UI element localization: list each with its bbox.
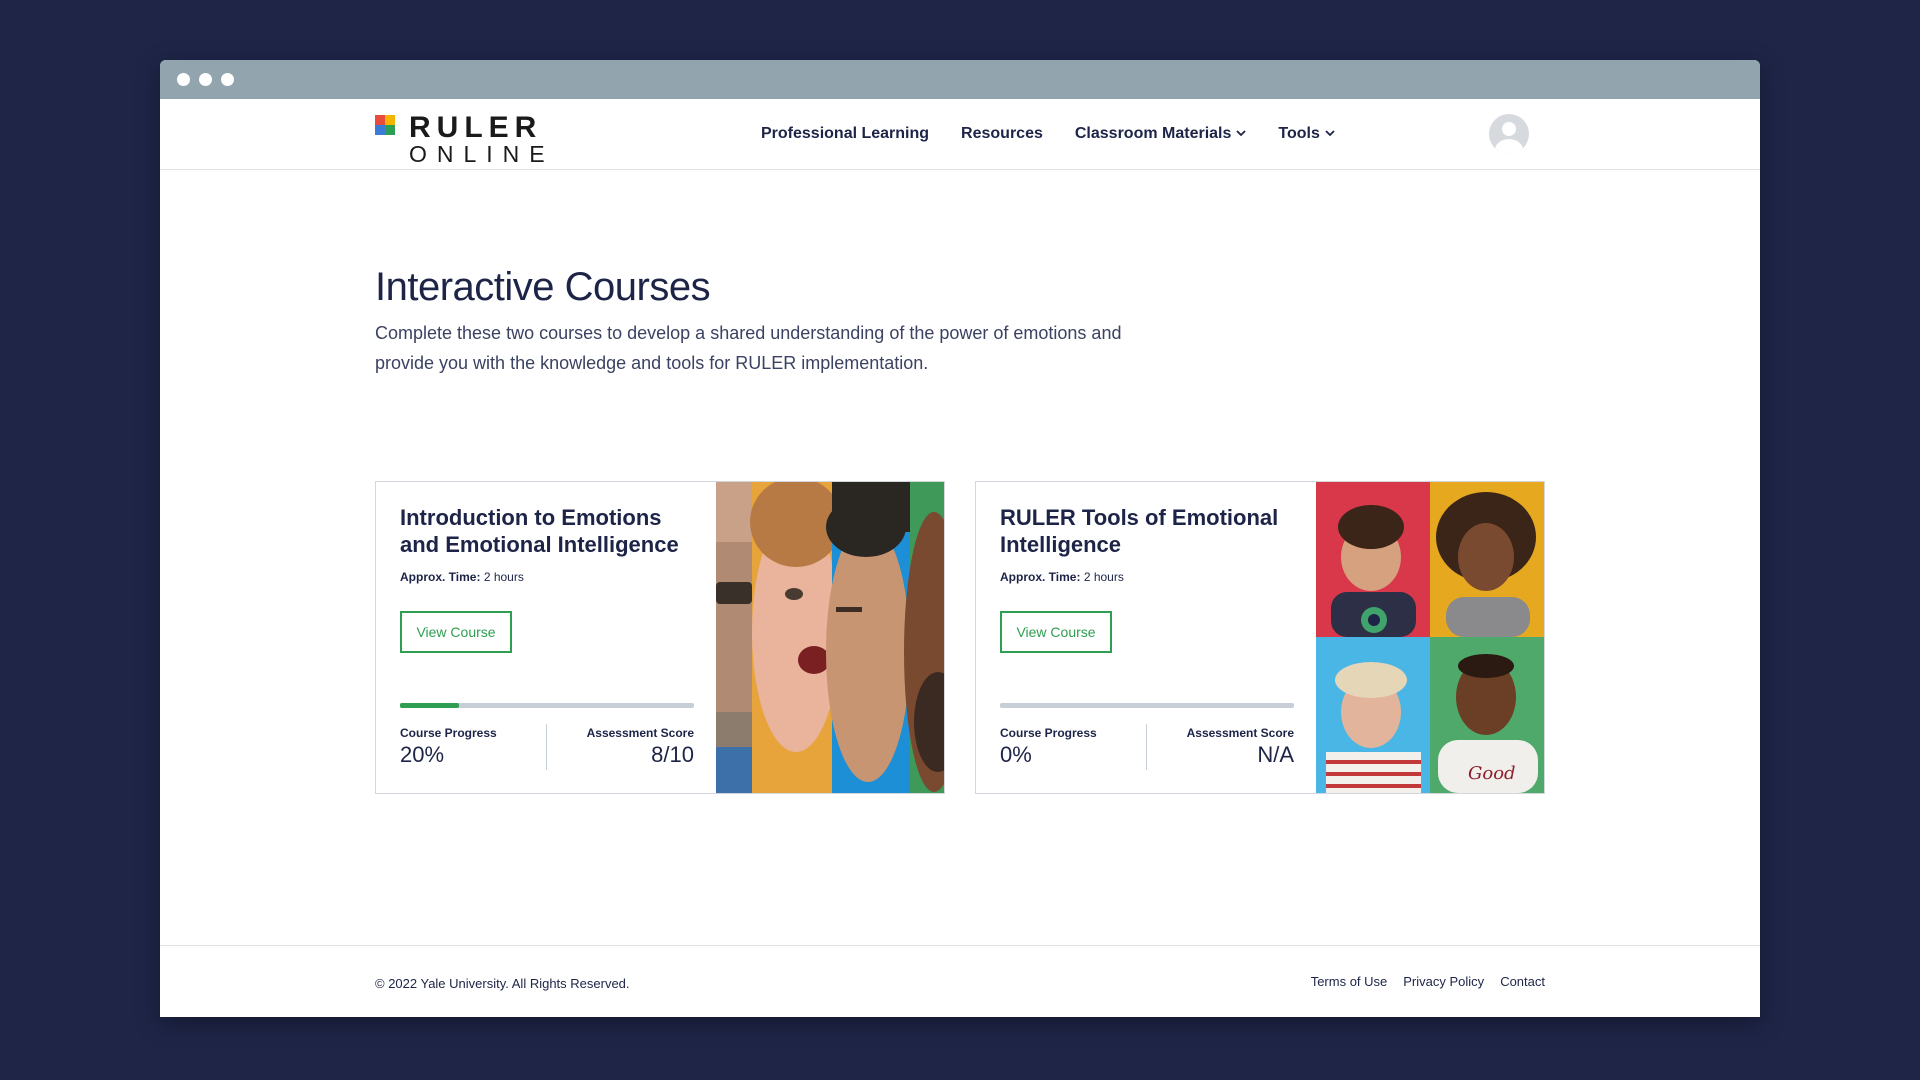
nav-label: Classroom Materials (1074, 125, 1232, 142)
stat-divider (1146, 724, 1147, 770)
course-title: Introduction to Emotions and Emotional I… (400, 505, 679, 557)
course-image-portraits-grid: Good (1316, 482, 1544, 793)
chevron-down-icon (1325, 128, 1335, 140)
window-titlebar (160, 60, 1760, 99)
chevron-down-icon (1236, 128, 1247, 140)
logo-word-ruler: RULER (409, 111, 543, 144)
nav-professional-learning[interactable]: Professional Learning (761, 125, 929, 143)
window-maximize-dot[interactable] (221, 73, 234, 86)
svg-text:Good: Good (1468, 763, 1516, 784)
window-minimize-dot[interactable] (199, 73, 212, 86)
footer-link-terms[interactable]: Terms of Use (1311, 974, 1388, 989)
course-card-ruler-tools: RULER Tools of Emotional Intelligence Ap… (975, 481, 1545, 794)
footer-link-contact[interactable]: Contact (1500, 974, 1545, 989)
page-description: Complete these two courses to develop a … (375, 323, 1122, 373)
top-navbar: RULER ONLINE Professional Learning Resou… (160, 99, 1760, 170)
avatar-body-shape (1495, 139, 1523, 154)
logo-square-green (385, 125, 395, 135)
course-progress-value: 0% (1000, 742, 1032, 767)
user-avatar-icon[interactable] (1489, 114, 1529, 154)
assessment-score-value: 8/10 (651, 742, 694, 767)
window-close-dot[interactable] (177, 73, 190, 86)
nav-label: Tools (1278, 125, 1320, 142)
nav-resources[interactable]: Resources (961, 125, 1043, 143)
course-time: Approx. Time: 2 hours (1000, 570, 1294, 584)
nav-classroom-materials[interactable]: Classroom Materials (1075, 125, 1247, 143)
course-title: RULER Tools of Emotional Intelligence (1000, 505, 1279, 557)
course-time-label: Approx. Time: (400, 570, 481, 584)
nav-label: Resources (961, 125, 1043, 142)
footer-copyright: © 2022 Yale University. All Rights Reser… (375, 976, 630, 991)
footer-link-privacy[interactable]: Privacy Policy (1403, 974, 1484, 989)
assessment-score-label: Assessment Score (586, 726, 694, 740)
stat-divider (546, 724, 547, 770)
logo-square-red (375, 115, 385, 125)
page-title: Interactive Courses (375, 265, 711, 309)
course-time-value: 2 hours (1083, 570, 1124, 584)
course-time: Approx. Time: 2 hours (400, 570, 694, 584)
course-progress-bar (1000, 703, 1294, 708)
assessment-score-label: Assessment Score (1186, 726, 1294, 740)
course-progress-bar (400, 703, 694, 708)
avatar-head-shape (1502, 122, 1516, 136)
view-course-button[interactable]: View Course (400, 611, 512, 653)
nav-tools[interactable]: Tools (1278, 125, 1335, 143)
browser-window: RULER ONLINE Professional Learning Resou… (160, 60, 1760, 1017)
course-progress-value: 20% (400, 742, 445, 767)
course-time-value: 2 hours (483, 570, 524, 584)
course-progress-label: Course Progress (400, 726, 497, 740)
logo-word-online: ONLINE (409, 141, 555, 167)
page-footer: © 2022 Yale University. All Rights Reser… (160, 945, 1760, 1017)
course-progress-fill (400, 703, 459, 708)
main-content: Interactive Courses Complete these two c… (160, 170, 1760, 946)
logo-square-yellow (385, 115, 395, 125)
logo-color-squares-icon (375, 115, 395, 135)
assessment-score-value: N/A (1257, 742, 1294, 767)
logo-square-blue (375, 125, 385, 135)
course-image-faces-collage (716, 482, 944, 793)
ruler-online-logo[interactable]: RULER ONLINE (375, 113, 555, 166)
view-course-button[interactable]: View Course (1000, 611, 1112, 653)
course-card-intro-emotions: Introduction to Emotions and Emotional I… (375, 481, 945, 794)
footer-links: Terms of Use Privacy Policy Contact (1311, 974, 1545, 989)
main-nav: Professional Learning Resources Classroo… (761, 99, 1335, 169)
nav-label: Professional Learning (761, 125, 930, 142)
course-progress-label: Course Progress (1000, 726, 1097, 740)
course-time-label: Approx. Time: (1000, 570, 1081, 584)
